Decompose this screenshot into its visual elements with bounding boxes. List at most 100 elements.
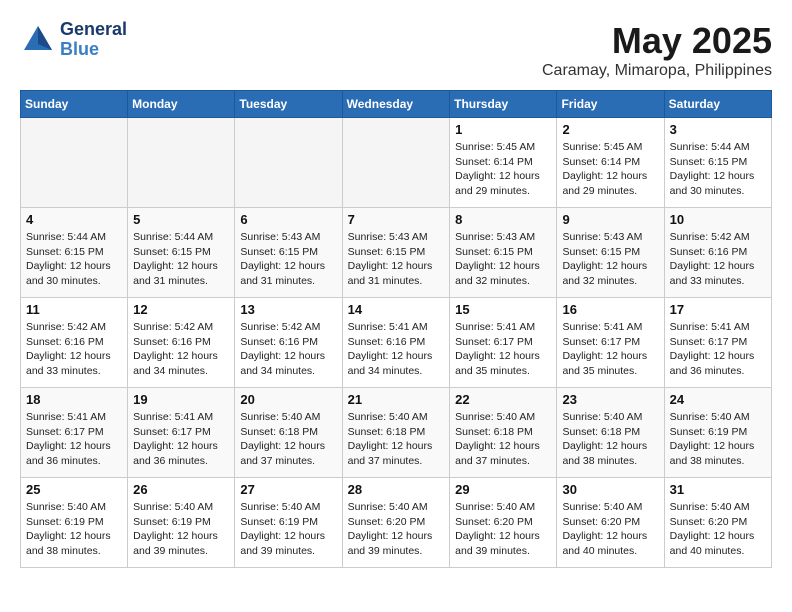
day-cell: 14Sunrise: 5:41 AMSunset: 6:16 PMDayligh… [342, 298, 450, 388]
day-cell [21, 118, 128, 208]
day-info: Sunrise: 5:40 AMSunset: 6:19 PMDaylight:… [133, 500, 229, 559]
day-cell: 2 Sunrise: 5:45 AMSunset: 6:14 PMDaylight… [557, 118, 664, 208]
day-info: Sunrise: 5:43 AMSunset: 6:15 PMDaylight:… [240, 230, 336, 289]
logo: General Blue [20, 20, 127, 60]
logo-icon [20, 22, 56, 58]
day-info: Sunrise: 5:43 AMSunset: 6:15 PMDaylight:… [348, 230, 445, 289]
day-info: Sunrise: 5:40 AMSunset: 6:20 PMDaylight:… [455, 500, 551, 559]
day-number: 27 [240, 482, 336, 497]
weekday-tuesday: Tuesday [235, 91, 342, 118]
day-info: Sunrise: 5:44 AMSunset: 6:15 PMDaylight:… [133, 230, 229, 289]
weekday-wednesday: Wednesday [342, 91, 450, 118]
day-number: 13 [240, 302, 336, 317]
location: Caramay, Mimaropa, Philippines [542, 62, 772, 80]
day-info: Sunrise: 5:40 AMSunset: 6:19 PMDaylight:… [670, 410, 766, 469]
day-number: 3 [670, 122, 766, 137]
day-number: 23 [562, 392, 658, 407]
day-info: Sunrise: 5:41 AMSunset: 6:17 PMDaylight:… [562, 320, 658, 379]
day-number: 30 [562, 482, 658, 497]
day-number: 4 [26, 212, 122, 227]
day-number: 11 [26, 302, 122, 317]
day-info: Sunrise: 5:41 AMSunset: 6:17 PMDaylight:… [26, 410, 122, 469]
day-cell: 8 Sunrise: 5:43 AMSunset: 6:15 PMDaylight… [450, 208, 557, 298]
day-cell: 10Sunrise: 5:42 AMSunset: 6:16 PMDayligh… [664, 208, 771, 298]
day-info: Sunrise: 5:40 AMSunset: 6:19 PMDaylight:… [26, 500, 122, 559]
day-info: Sunrise: 5:44 AMSunset: 6:15 PMDaylight:… [26, 230, 122, 289]
day-info: Sunrise: 5:41 AMSunset: 6:17 PMDaylight:… [455, 320, 551, 379]
month-title: May 2025 [542, 20, 772, 62]
day-cell [235, 118, 342, 208]
day-cell: 23 Sunrise: 5:40 AMSunset: 6:18 PMDayligh… [557, 388, 664, 478]
day-cell: 16 Sunrise: 5:41 AMSunset: 6:17 PMDayligh… [557, 298, 664, 388]
calendar-table: SundayMondayTuesdayWednesdayThursdayFrid… [20, 90, 772, 568]
day-info: Sunrise: 5:41 AMSunset: 6:17 PMDaylight:… [133, 410, 229, 469]
day-cell: 24 Sunrise: 5:40 AMSunset: 6:19 PMDayligh… [664, 388, 771, 478]
day-number: 21 [348, 392, 445, 407]
day-info: Sunrise: 5:42 AMSunset: 6:16 PMDaylight:… [133, 320, 229, 379]
day-number: 18 [26, 392, 122, 407]
day-number: 8 [455, 212, 551, 227]
day-info: Sunrise: 5:40 AMSunset: 6:20 PMDaylight:… [670, 500, 766, 559]
day-cell: 9Sunrise: 5:43 AMSunset: 6:15 PMDaylight… [557, 208, 664, 298]
day-info: Sunrise: 5:40 AMSunset: 6:20 PMDaylight:… [562, 500, 658, 559]
day-info: Sunrise: 5:40 AMSunset: 6:18 PMDaylight:… [562, 410, 658, 469]
day-number: 29 [455, 482, 551, 497]
weekday-thursday: Thursday [450, 91, 557, 118]
day-cell: 4 Sunrise: 5:44 AMSunset: 6:15 PMDaylight… [21, 208, 128, 298]
day-number: 26 [133, 482, 229, 497]
day-number: 6 [240, 212, 336, 227]
day-info: Sunrise: 5:45 AMSunset: 6:14 PMDaylight:… [562, 140, 658, 199]
day-cell: 12Sunrise: 5:42 AMSunset: 6:16 PMDayligh… [128, 298, 235, 388]
day-cell: 18 Sunrise: 5:41 AMSunset: 6:17 PMDayligh… [21, 388, 128, 478]
day-number: 25 [26, 482, 122, 497]
day-cell: 20 Sunrise: 5:40 AMSunset: 6:18 PMDayligh… [235, 388, 342, 478]
day-number: 5 [133, 212, 229, 227]
day-cell: 25 Sunrise: 5:40 AMSunset: 6:19 PMDayligh… [21, 478, 128, 568]
day-cell: 7 Sunrise: 5:43 AMSunset: 6:15 PMDaylight… [342, 208, 450, 298]
weekday-friday: Friday [557, 91, 664, 118]
day-info: Sunrise: 5:40 AMSunset: 6:20 PMDaylight:… [348, 500, 445, 559]
weekday-header-row: SundayMondayTuesdayWednesdayThursdayFrid… [21, 91, 772, 118]
day-number: 1 [455, 122, 551, 137]
day-cell: 1 Sunrise: 5:45 AMSunset: 6:14 PMDaylight… [450, 118, 557, 208]
day-cell: 31 Sunrise: 5:40 AMSunset: 6:20 PMDayligh… [664, 478, 771, 568]
day-cell: 26 Sunrise: 5:40 AMSunset: 6:19 PMDayligh… [128, 478, 235, 568]
day-info: Sunrise: 5:43 AMSunset: 6:15 PMDaylight:… [455, 230, 551, 289]
day-number: 22 [455, 392, 551, 407]
day-cell: 29 Sunrise: 5:40 AMSunset: 6:20 PMDayligh… [450, 478, 557, 568]
weekday-monday: Monday [128, 91, 235, 118]
day-number: 7 [348, 212, 445, 227]
day-number: 16 [562, 302, 658, 317]
day-number: 24 [670, 392, 766, 407]
week-row-1: 1 Sunrise: 5:45 AMSunset: 6:14 PMDaylight… [21, 118, 772, 208]
week-row-4: 18 Sunrise: 5:41 AMSunset: 6:17 PMDayligh… [21, 388, 772, 478]
day-info: Sunrise: 5:42 AMSunset: 6:16 PMDaylight:… [240, 320, 336, 379]
day-info: Sunrise: 5:41 AMSunset: 6:16 PMDaylight:… [348, 320, 445, 379]
day-info: Sunrise: 5:41 AMSunset: 6:17 PMDaylight:… [670, 320, 766, 379]
day-number: 9 [562, 212, 658, 227]
day-number: 15 [455, 302, 551, 317]
day-info: Sunrise: 5:40 AMSunset: 6:18 PMDaylight:… [240, 410, 336, 469]
day-info: Sunrise: 5:42 AMSunset: 6:16 PMDaylight:… [26, 320, 122, 379]
day-cell: 11 Sunrise: 5:42 AMSunset: 6:16 PMDayligh… [21, 298, 128, 388]
weekday-sunday: Sunday [21, 91, 128, 118]
day-number: 10 [670, 212, 766, 227]
day-number: 31 [670, 482, 766, 497]
day-number: 20 [240, 392, 336, 407]
day-number: 2 [562, 122, 658, 137]
page-header: General Blue May 2025 Caramay, Mimaropa,… [20, 20, 772, 80]
day-cell: 27Sunrise: 5:40 AMSunset: 6:19 PMDayligh… [235, 478, 342, 568]
day-info: Sunrise: 5:45 AMSunset: 6:14 PMDaylight:… [455, 140, 551, 199]
day-cell: 17Sunrise: 5:41 AMSunset: 6:17 PMDayligh… [664, 298, 771, 388]
day-cell: 3Sunrise: 5:44 AMSunset: 6:15 PMDaylight… [664, 118, 771, 208]
day-number: 19 [133, 392, 229, 407]
day-info: Sunrise: 5:40 AMSunset: 6:18 PMDaylight:… [455, 410, 551, 469]
day-cell: 5 Sunrise: 5:44 AMSunset: 6:15 PMDaylight… [128, 208, 235, 298]
week-row-3: 11 Sunrise: 5:42 AMSunset: 6:16 PMDayligh… [21, 298, 772, 388]
day-cell [128, 118, 235, 208]
day-cell: 28Sunrise: 5:40 AMSunset: 6:20 PMDayligh… [342, 478, 450, 568]
day-cell [342, 118, 450, 208]
day-cell: 6 Sunrise: 5:43 AMSunset: 6:15 PMDaylight… [235, 208, 342, 298]
week-row-5: 25 Sunrise: 5:40 AMSunset: 6:19 PMDayligh… [21, 478, 772, 568]
logo-text: General Blue [60, 20, 127, 60]
